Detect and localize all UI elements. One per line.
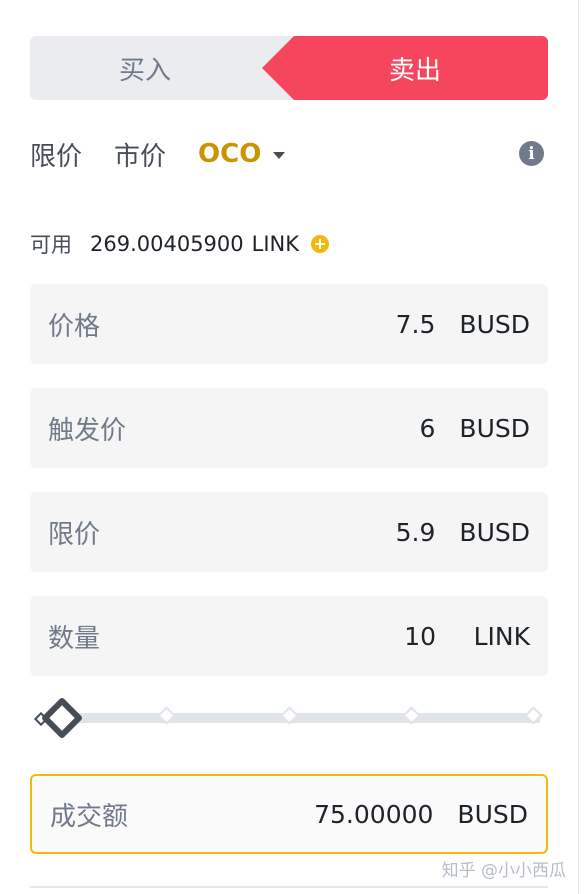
order-type-market[interactable]: 市价 [114, 136, 166, 173]
panel-edge-divider [578, 0, 579, 894]
trigger-price-unit: BUSD [459, 413, 530, 443]
trigger-price-input[interactable]: 触发价 6 BUSD [30, 388, 548, 468]
trigger-price-value: 6 [419, 413, 436, 443]
total-value: 75.00000 [314, 799, 434, 829]
available-unit: LINK [251, 232, 300, 256]
available-value: 269.00405900 [90, 232, 244, 256]
total-input[interactable]: 成交额 75.00000 BUSD [30, 774, 548, 854]
slider-handle[interactable] [40, 696, 84, 740]
amount-value: 10 [404, 621, 436, 651]
order-type-tabs: 限价 市价 OCO [30, 132, 286, 176]
limit-price-label: 限价 [48, 519, 101, 550]
limit-price-value: 5.9 [395, 517, 436, 547]
amount-unit: LINK [473, 621, 530, 651]
watermark: 知乎 @小小西瓜 [441, 861, 566, 881]
buy-sell-toggle: 买入 卖出 [30, 36, 548, 100]
price-input[interactable]: 价格 7.5 BUSD [30, 284, 548, 364]
total-label: 成交额 [50, 801, 129, 832]
price-value: 7.5 [395, 309, 436, 339]
limit-price-unit: BUSD [459, 517, 530, 547]
available-label: 可用 [30, 233, 72, 257]
amount-label: 数量 [48, 623, 101, 654]
bottom-divider [30, 886, 548, 888]
trigger-price-label: 触发价 [48, 415, 127, 446]
price-unit: BUSD [459, 309, 530, 339]
total-unit: BUSD [457, 799, 528, 829]
order-type-oco[interactable]: OCO [198, 139, 261, 169]
info-icon[interactable]: i [519, 141, 544, 166]
amount-slider[interactable] [33, 694, 546, 742]
buy-tab[interactable]: 买入 [30, 36, 260, 100]
sell-tab[interactable]: 卖出 [262, 36, 548, 100]
available-balance: 可用 269.00405900 LINK + [30, 228, 330, 260]
limit-price-input[interactable]: 限价 5.9 BUSD [30, 492, 548, 572]
caret-down-icon[interactable] [273, 151, 286, 159]
plus-circle-icon[interactable]: + [311, 235, 330, 253]
price-label: 价格 [48, 311, 101, 342]
amount-input[interactable]: 数量 10 LINK [30, 596, 548, 676]
order-type-limit[interactable]: 限价 [30, 136, 82, 173]
